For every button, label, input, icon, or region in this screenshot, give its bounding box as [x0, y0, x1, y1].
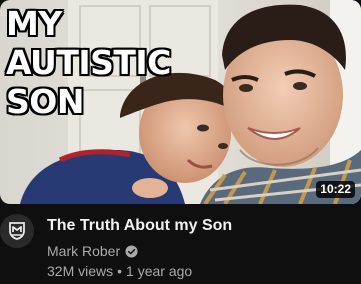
mark-rober-logo-icon — [9, 222, 25, 240]
thumbnail-overlay-text: MY AUTISTIC SON — [6, 4, 171, 121]
video-thumbnail[interactable]: MY AUTISTIC SON 10:22 — [0, 0, 361, 204]
upload-age: 1 year ago — [126, 263, 193, 279]
video-title[interactable]: The Truth About my Son — [47, 216, 232, 236]
channel-avatar[interactable] — [0, 214, 34, 248]
channel-name[interactable]: Mark Rober — [47, 242, 120, 260]
overlay-line-2: AUTISTIC — [6, 43, 171, 82]
duration-badge: 10:22 — [316, 181, 355, 198]
verified-check-icon — [125, 244, 138, 258]
channel-name-row[interactable]: Mark Rober — [47, 242, 138, 260]
overlay-line-1: MY — [6, 4, 62, 43]
overlay-line-3: SON — [6, 82, 84, 121]
view-count: 32M views — [47, 263, 114, 279]
meta-separator: • — [117, 263, 123, 279]
video-metadata: 32M views • 1 year ago — [47, 262, 192, 280]
